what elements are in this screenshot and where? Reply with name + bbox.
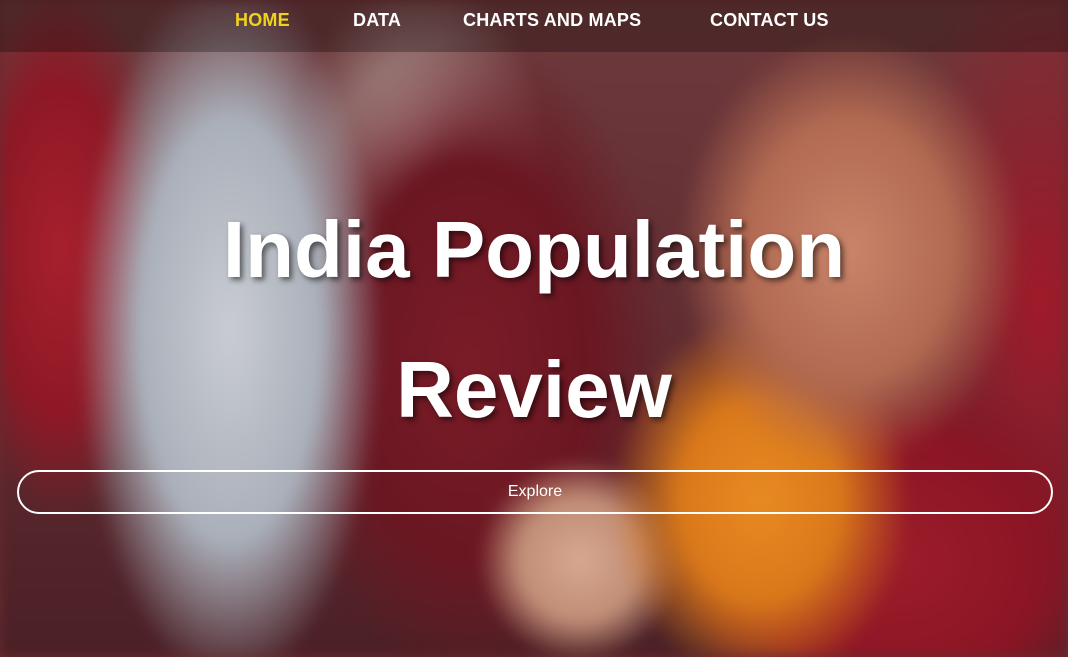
explore-button[interactable]: Explore xyxy=(17,470,1053,514)
page-title: India Population Review xyxy=(0,180,1068,460)
nav-item-charts-and-maps[interactable]: CHARTS AND MAPS xyxy=(463,10,641,31)
top-navigation: HOME DATA CHARTS AND MAPS CONTACT US xyxy=(0,0,1068,52)
nav-item-data[interactable]: DATA xyxy=(353,10,401,31)
nav-item-home[interactable]: HOME xyxy=(235,10,290,31)
hero-section: HOME DATA CHARTS AND MAPS CONTACT US Ind… xyxy=(0,0,1068,657)
nav-item-contact-us[interactable]: CONTACT US xyxy=(710,10,829,31)
page-title-line-2: Review xyxy=(396,345,672,434)
page-title-line-1: India Population xyxy=(222,205,846,294)
